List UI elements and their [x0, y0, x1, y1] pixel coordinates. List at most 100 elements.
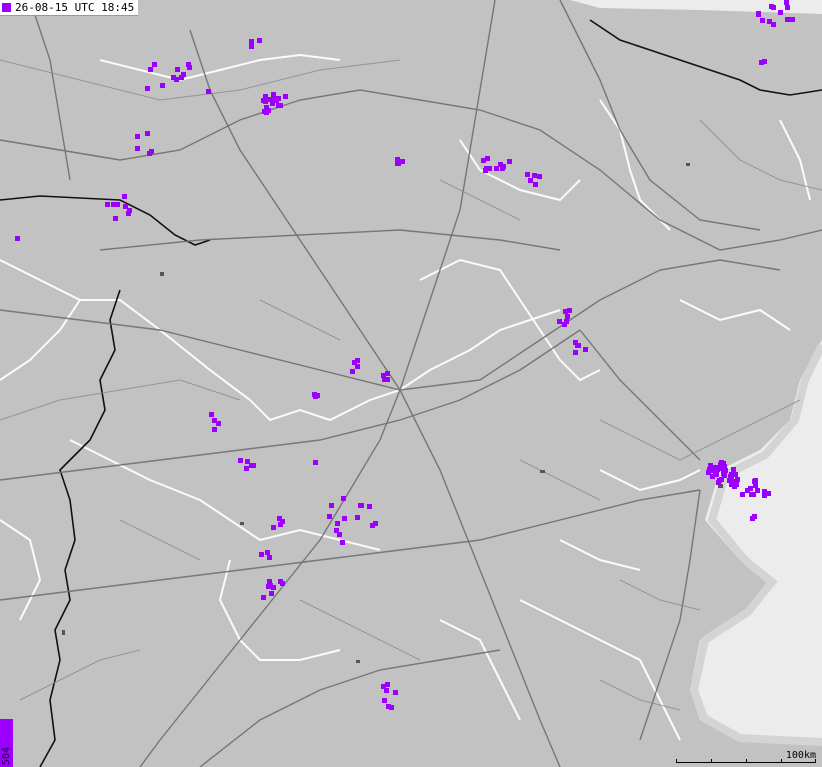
lightning-strike [265, 550, 270, 555]
lightning-strike [355, 364, 360, 369]
lightning-strike [187, 65, 192, 70]
lightning-strike [532, 173, 537, 178]
lightning-strike [313, 460, 318, 465]
lightning-strike [784, 0, 789, 5]
scale-bar: 100km [676, 749, 816, 763]
lightning-strike [752, 479, 757, 484]
lightning-strike [179, 75, 184, 80]
lightning-strike [732, 484, 737, 489]
lightning-strike [149, 149, 154, 154]
lightning-strike [266, 584, 271, 589]
lightning-strike [209, 412, 214, 417]
lightning-strike [706, 470, 711, 475]
lightning-strike [257, 38, 262, 43]
lightning-strike [171, 75, 176, 80]
lightning-strike [335, 521, 340, 526]
lightning-strike [271, 92, 276, 97]
lightning-strike [249, 44, 254, 49]
lightning-strike [771, 22, 776, 27]
lightning-strike [342, 516, 347, 521]
lightning-strike [276, 103, 281, 108]
lightning-strike [283, 94, 288, 99]
lightning-strike [359, 503, 364, 508]
lightning-strike [367, 504, 372, 509]
lightning-strike [729, 472, 734, 477]
lightning-strike [259, 552, 264, 557]
lightning-strike [389, 705, 394, 710]
lightning-strike [122, 194, 127, 199]
strike-count-bar: 504 [0, 719, 13, 767]
lightning-strike [249, 39, 254, 44]
timestamp-text: 26-08-15 UTC 18:45 [15, 1, 135, 14]
lightning-strike [266, 108, 271, 113]
lightning-strike [244, 466, 249, 471]
lightning-strike [267, 555, 272, 560]
lightning-strike [329, 503, 334, 508]
lightning-strike [790, 17, 795, 22]
road-network-minor [0, 59, 822, 711]
lightning-strike [528, 178, 533, 183]
lightning-strike [384, 688, 389, 693]
scale-label: 100km [785, 750, 816, 761]
lightning-strike [271, 585, 276, 590]
lightning-strike [135, 134, 140, 139]
lightning-strike [759, 60, 764, 65]
lightning-strike [385, 682, 390, 687]
lightning-strike [785, 17, 790, 22]
lightning-strike [152, 62, 157, 67]
lightning-strike [752, 514, 757, 519]
water-bodies [62, 163, 723, 663]
lightning-strike [350, 369, 355, 374]
lightning-strike [583, 347, 588, 352]
lightning-strike [722, 473, 727, 478]
map-canvas[interactable] [0, 0, 822, 767]
lightning-strike [274, 98, 279, 103]
lightning-strike [565, 314, 570, 319]
lightning-strike [731, 467, 736, 472]
lightning-strike [562, 322, 567, 327]
lightning-strike [760, 18, 765, 23]
lightning-strike [148, 67, 153, 72]
lightning-strike [15, 236, 20, 241]
lightning-strike [327, 514, 332, 519]
lightning-strike [713, 465, 718, 470]
lightning-strike [778, 10, 783, 15]
lightning-strike [382, 698, 387, 703]
lightning-strike [393, 690, 398, 695]
lightning-strike [145, 131, 150, 136]
lightning-strike [340, 540, 345, 545]
scale-tick [711, 759, 712, 763]
lightning-strike [261, 98, 266, 103]
lightning-strike [755, 488, 760, 493]
lightning-strike [126, 211, 131, 216]
lightning-strike [785, 5, 790, 10]
square-icon [2, 3, 11, 12]
lightning-strike [355, 358, 360, 363]
lightning-strike [756, 11, 761, 16]
lightning-strike [370, 523, 375, 528]
lightning-strike [575, 343, 580, 348]
lightning-strike [500, 166, 505, 171]
lightning-strike [135, 146, 140, 151]
lightning-strike [278, 579, 283, 584]
scale-tick [746, 759, 747, 763]
lightning-strike [716, 480, 721, 485]
regional-borders [0, 53, 811, 741]
lightning-strike [212, 418, 217, 423]
lightning-strike [713, 470, 718, 475]
lightning-strike [245, 459, 250, 464]
lightning-strike [160, 83, 165, 88]
lightning-strike [105, 202, 110, 207]
lightning-strike [251, 463, 256, 468]
lightning-strike [385, 371, 390, 376]
lightning-strike [485, 156, 490, 161]
lightning-strike [278, 522, 283, 527]
lightning-strike [563, 309, 568, 314]
lightning-strike [769, 4, 774, 9]
lightning-strike [313, 394, 318, 399]
lightning-strike [748, 486, 753, 491]
lightning-strike [382, 377, 387, 382]
lightning-strike [341, 496, 346, 501]
lightning-strike [269, 591, 274, 596]
lightning-strike [719, 460, 724, 465]
